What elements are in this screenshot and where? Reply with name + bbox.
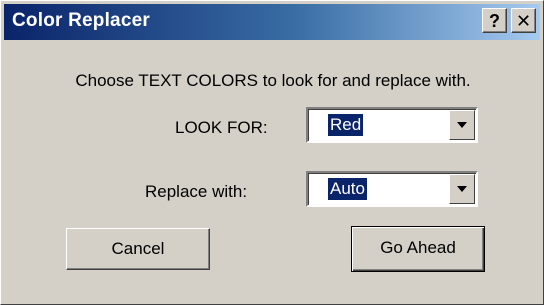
cancel-button[interactable]: Cancel xyxy=(66,228,210,270)
title-bar[interactable]: Color Replacer ? ✕ xyxy=(4,4,540,40)
look-for-value: Red xyxy=(328,114,364,136)
close-button[interactable]: ✕ xyxy=(511,8,536,33)
look-for-dropdown[interactable]: Red xyxy=(306,107,478,143)
look-for-dropdown-arrow[interactable] xyxy=(449,110,475,140)
go-ahead-button[interactable]: Go Ahead xyxy=(351,226,485,272)
color-replacer-dialog: Color Replacer ? ✕ Choose TEXT COLORS to… xyxy=(0,0,544,305)
instruction-text: Choose TEXT COLORS to look for and repla… xyxy=(75,71,471,90)
chevron-down-icon xyxy=(457,186,467,192)
help-button[interactable]: ? xyxy=(482,8,507,33)
replace-with-dropdown[interactable]: Auto xyxy=(306,171,478,207)
replace-with-label: Replace with: xyxy=(145,182,248,201)
replace-with-value: Auto xyxy=(328,178,367,200)
look-for-label: LOOK FOR: xyxy=(175,118,268,137)
replace-with-dropdown-arrow[interactable] xyxy=(449,174,475,204)
chevron-down-icon xyxy=(457,122,467,128)
window-title: Color Replacer xyxy=(12,10,150,31)
